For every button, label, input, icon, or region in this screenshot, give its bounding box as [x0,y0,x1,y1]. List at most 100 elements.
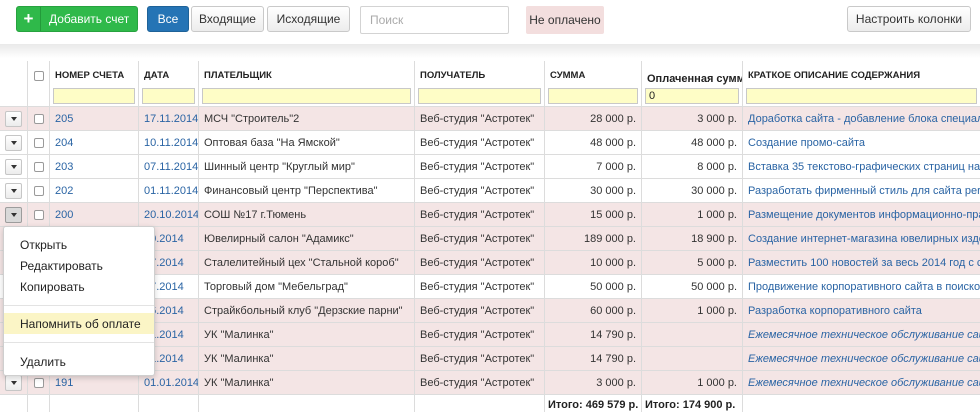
filter-outgoing-button[interactable]: Исходящие [267,6,350,32]
table-row[interactable]: 205 17.11.2014 МСЧ "Строитель"2 Веб-студия … [0,106,980,130]
menu-item-open[interactable]: Открыть [4,234,154,255]
invoice-receiver: Веб-студия "Астротек" [414,299,544,322]
invoice-sum: 48 000 р. [544,131,641,154]
invoice-receiver: Веб-студия "Астротек" [414,347,544,370]
invoice-paid-sum [641,323,742,346]
filter-sum-input[interactable] [548,87,638,104]
row-checkbox[interactable] [33,209,44,220]
row-actions-dropdown[interactable] [5,374,22,391]
select-all-checkbox[interactable] [33,71,44,81]
filter-payer [198,85,414,106]
header-number[interactable]: НОМЕР СЧЕТА [49,61,138,85]
row-select-cell [27,107,49,130]
row-checkbox[interactable] [33,377,44,388]
invoice-payer: Шинный центр "Круглый мир" [198,155,414,178]
header-select-all[interactable] [27,61,49,85]
row-select-cell [27,179,49,202]
filter-incoming-button[interactable]: Входящие [191,6,264,32]
row-actions-dropdown[interactable] [5,182,22,199]
row-actions-dropdown[interactable] [5,110,22,127]
filter-payer-input[interactable] [202,87,411,104]
header-date[interactable]: ДАТА [138,61,198,85]
invoice-receiver: Веб-студия "Астротек" [414,203,544,226]
header-receiver[interactable]: ПОЛУЧАТЕЛЬ [414,61,544,85]
table-row[interactable]: 202 01.11.2014 Финансовый центр "Перспекти… [0,178,980,202]
filter-all-button[interactable]: Все [147,6,189,32]
totals-spacer [49,395,138,412]
toolbar: + Добавить счет Все Входящие Исходящие Н… [0,0,980,44]
invoice-description[interactable]: Создание интернет-магазина ювелирных изд… [742,227,980,250]
totals-spacer [0,395,27,412]
invoice-receiver: Веб-студия "Астротек" [414,275,544,298]
invoice-description[interactable]: Ежемесячное техническое обслуживание сай… [742,371,980,394]
unpaid-filter-badge[interactable]: Не оплачено [526,6,604,34]
filter-receiver-input[interactable] [418,87,541,104]
invoice-description[interactable]: Доработка сайта - добавление блока специ… [742,107,980,130]
invoice-description[interactable]: Ежемесячное техническое обслуживание сай… [742,323,980,346]
invoice-paid-sum: 30 000 р. [641,179,742,202]
invoice-description[interactable]: Разработка корпоративного сайта [742,299,980,322]
totals-spacer [198,395,414,412]
invoice-description[interactable]: Продвижение корпоративного сайта в поиск… [742,275,980,298]
table-row[interactable]: 200 20.10.2014 СОШ №17 г.Тюмень Веб-студия … [0,202,980,226]
invoice-description[interactable]: Вставка 35 текстово-графических страниц … [742,155,980,178]
invoice-description[interactable]: Разработать фирменный стиль для сайта pe… [742,179,980,202]
invoice-sum: 60 000 р. [544,299,641,322]
row-checkbox[interactable] [33,113,44,124]
row-checkbox[interactable] [33,185,44,196]
invoice-sum: 14 790 р. [544,347,641,370]
row-actions-dropdown[interactable] [5,206,22,223]
row-actions-dropdown[interactable] [5,158,22,175]
invoice-payer: Страйкбольный клуб "Дерзские парни" [198,299,414,322]
search-input[interactable] [360,6,509,34]
filter-date-input[interactable] [142,87,195,104]
menu-item-edit[interactable]: Редактировать [4,255,154,276]
invoice-date: 10.11.2014 [138,131,198,154]
table-row[interactable]: 203 07.11.2014 Шинный центр "Круглый мир" В… [0,154,980,178]
invoice-description[interactable]: Ежемесячное техническое обслуживание сай… [742,347,980,370]
row-actions-cell [0,131,27,154]
filter-number [49,85,138,106]
row-actions-dropdown[interactable] [5,134,22,151]
invoice-number[interactable]: 204 [49,131,138,154]
invoice-receiver: Веб-студия "Астротек" [414,227,544,250]
caret-down-icon [10,164,17,169]
filter-spacer [0,85,27,106]
totals-row: Итого: 469 579 р. Итого: 174 900 р. [0,394,980,412]
invoice-paid-sum: 3 000 р. [641,107,742,130]
header-sum[interactable]: СУММА [544,61,641,85]
menu-item-remind-payment[interactable]: Напомнить об оплате [4,313,154,334]
invoice-description[interactable]: Размещение документов информационно-пра [742,203,980,226]
invoice-sum: 50 000 р. [544,275,641,298]
filter-number-input[interactable] [53,87,135,104]
invoice-sum: 28 000 р. [544,107,641,130]
invoice-paid-sum: 18 900 р. [641,227,742,250]
header-paid[interactable]: Оплаченная сумма [641,61,742,85]
menu-item-copy[interactable]: Копировать [4,276,154,297]
total-sum: Итого: 469 579 р. [544,395,641,412]
configure-columns-button[interactable]: Настроить колонки [847,6,971,32]
header-description[interactable]: КРАТКОЕ ОПИСАНИЕ СОДЕРЖАНИЯ [742,61,980,85]
menu-item-delete[interactable]: Удалить [4,351,154,372]
invoice-description[interactable]: Разместить 100 новостей за весь 2014 год… [742,251,980,274]
invoice-paid-sum: 1 000 р. [641,203,742,226]
row-checkbox[interactable] [33,137,44,148]
menu-divider [4,342,154,343]
invoice-description[interactable]: Создание промо-сайта [742,131,980,154]
invoice-receiver: Веб-студия "Астротек" [414,323,544,346]
invoice-paid-sum: 1 000 р. [641,299,742,322]
filter-paid-input[interactable] [645,87,739,104]
header-payer[interactable]: ПЛАТЕЛЬЩИК [198,61,414,85]
totals-spacer [414,395,544,412]
invoice-paid-sum: 1 000 р. [641,371,742,394]
invoice-number[interactable]: 200 [49,203,138,226]
invoice-number[interactable]: 205 [49,107,138,130]
add-invoice-button[interactable]: + Добавить счет [16,6,138,32]
caret-down-icon [10,140,17,145]
invoice-number[interactable]: 203 [49,155,138,178]
invoice-number[interactable]: 202 [49,179,138,202]
filter-description-input[interactable] [746,87,977,104]
table-row[interactable]: 204 10.11.2014 Оптовая база "На Ямской" Веб… [0,130,980,154]
invoice-payer: Торговый дом "Мебельград" [198,275,414,298]
row-checkbox[interactable] [33,161,44,172]
